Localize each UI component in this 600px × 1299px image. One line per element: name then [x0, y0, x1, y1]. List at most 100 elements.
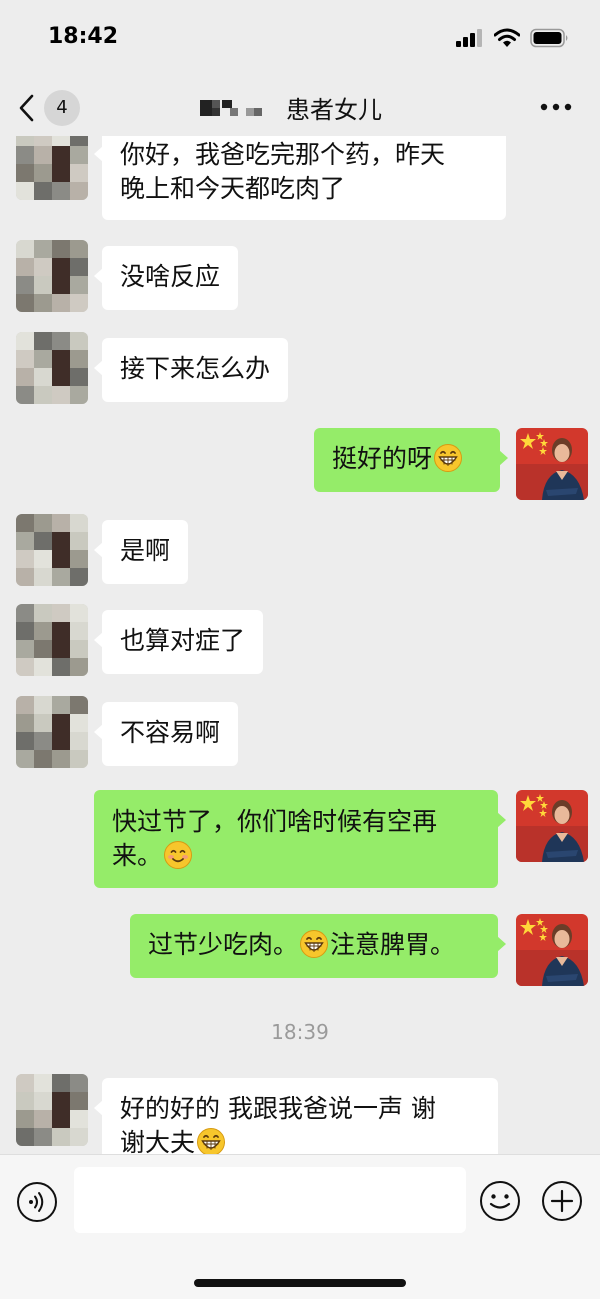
message-text: 注意脾胃。 — [330, 930, 456, 959]
contact-avatar[interactable] — [16, 696, 88, 768]
mosaic-cell — [16, 182, 34, 200]
mosaic-cell — [16, 258, 34, 276]
status-icons — [456, 28, 570, 48]
message-bubble-outgoing[interactable]: 过节少吃肉。 注意脾胃。 — [130, 914, 506, 978]
mosaic-cell — [52, 750, 70, 768]
message-bubble-incoming[interactable]: 接下来怎么办 — [93, 338, 289, 402]
voice-button[interactable] — [16, 1181, 58, 1223]
mosaic-cell — [52, 532, 70, 550]
mosaic-cell — [52, 136, 70, 146]
pixelated-avatar — [16, 696, 88, 768]
contact-avatar[interactable] — [16, 604, 88, 676]
chevron-left-icon — [19, 94, 34, 122]
message-bubble-incoming[interactable]: 也算对症了 — [93, 610, 264, 674]
message-text: 你好，我爸吃完那个药，昨天 — [120, 140, 446, 169]
mosaic-cell — [16, 240, 34, 258]
mosaic-cell — [16, 276, 34, 294]
message-bubble-incoming[interactable]: 不容易啊 — [93, 702, 239, 766]
plus-icon — [542, 1181, 582, 1221]
mosaic-cell — [70, 1128, 88, 1146]
mosaic-cell — [52, 514, 70, 532]
mosaic-cell — [70, 332, 88, 350]
pixelated-avatar — [16, 240, 88, 312]
mosaic-cell — [34, 350, 52, 368]
more-functions-button[interactable] — [540, 1179, 584, 1223]
mosaic-cell — [34, 294, 52, 312]
mosaic-cell — [52, 1074, 70, 1092]
mosaic-cell — [52, 640, 70, 658]
mosaic-cell — [34, 604, 52, 622]
mosaic-cell — [52, 604, 70, 622]
contact-avatar[interactable] — [16, 136, 88, 200]
pixelated-avatar — [16, 332, 88, 404]
unread-count-badge: 4 — [44, 90, 80, 126]
mosaic-cell — [52, 732, 70, 750]
mosaic-cell — [34, 368, 52, 386]
wifi-icon — [494, 28, 520, 47]
mosaic-cell — [16, 1074, 34, 1092]
pixelated-avatar — [16, 604, 88, 676]
mosaic-cell — [16, 136, 34, 146]
mosaic-cell — [16, 164, 34, 182]
mosaic-cell — [70, 532, 88, 550]
mosaic-cell — [52, 332, 70, 350]
mosaic-cell — [34, 164, 52, 182]
more-options-button[interactable] — [538, 92, 574, 122]
contact-avatar[interactable] — [16, 514, 88, 586]
pixelated-avatar — [16, 136, 88, 200]
mosaic-cell — [34, 1128, 52, 1146]
mosaic-cell — [52, 182, 70, 200]
mosaic-cell — [70, 164, 88, 182]
mosaic-cell — [52, 696, 70, 714]
mosaic-cell — [52, 658, 70, 676]
message-bubble-outgoing[interactable]: 快过节了，你们啥时候有空再 来。 — [94, 790, 506, 888]
mosaic-cell — [34, 532, 52, 550]
mosaic-cell — [16, 146, 34, 164]
mosaic-cell — [16, 658, 34, 676]
message-bubble-outgoing[interactable]: 挺好的呀 — [314, 428, 508, 492]
message-bubble-incoming[interactable]: 没啥反应 — [93, 246, 239, 310]
message-bubble-incoming[interactable]: 你好，我爸吃完那个药，昨天 晚上和今天都吃肉了 — [94, 136, 506, 220]
home-indicator[interactable] — [194, 1279, 406, 1287]
mosaic-cell — [52, 276, 70, 294]
mosaic-cell — [52, 714, 70, 732]
my-avatar[interactable] — [516, 790, 588, 862]
contact-avatar[interactable] — [16, 332, 88, 404]
mosaic-cell — [16, 514, 34, 532]
my-avatar[interactable] — [516, 428, 588, 500]
mosaic-cell — [34, 640, 52, 658]
back-button[interactable]: 4 — [18, 88, 90, 128]
mosaic-cell — [52, 350, 70, 368]
mosaic-cell — [16, 604, 34, 622]
mosaic-cell — [70, 1092, 88, 1110]
message-bubble-incoming[interactable]: 是啊 — [93, 520, 189, 584]
mosaic-cell — [70, 182, 88, 200]
mosaic-cell — [16, 622, 34, 640]
mosaic-cell — [70, 568, 88, 586]
my-avatar[interactable] — [516, 914, 588, 986]
chat-messages[interactable]: 你好，我爸吃完那个药，昨天 晚上和今天都吃肉了 没啥反应 接下来怎么办 挺好的呀… — [0, 136, 600, 1154]
mosaic-cell — [70, 136, 88, 146]
mosaic-cell — [70, 294, 88, 312]
message-input[interactable] — [74, 1167, 466, 1233]
contact-avatar[interactable] — [16, 1074, 88, 1146]
voice-icon — [17, 1182, 57, 1222]
emoji-button[interactable] — [478, 1179, 522, 1223]
message-input-bar — [0, 1154, 600, 1299]
mosaic-cell — [16, 1110, 34, 1128]
doctor-avatar-icon — [516, 790, 588, 862]
mosaic-cell — [16, 1128, 34, 1146]
mosaic-cell — [70, 1110, 88, 1128]
mosaic-cell — [16, 332, 34, 350]
grinning-emoji-icon — [196, 1127, 226, 1154]
mosaic-cell — [52, 258, 70, 276]
mosaic-cell — [34, 514, 52, 532]
contact-avatar[interactable] — [16, 240, 88, 312]
status-time: 18:42 — [48, 24, 119, 49]
emoji-icon — [480, 1181, 520, 1221]
mosaic-cell — [16, 386, 34, 404]
message-bubble-incoming[interactable]: 好的好的 我跟我爸说一声 谢 谢大夫 — [94, 1078, 498, 1154]
mosaic-cell — [70, 658, 88, 676]
mosaic-cell — [52, 622, 70, 640]
mosaic-cell — [34, 146, 52, 164]
